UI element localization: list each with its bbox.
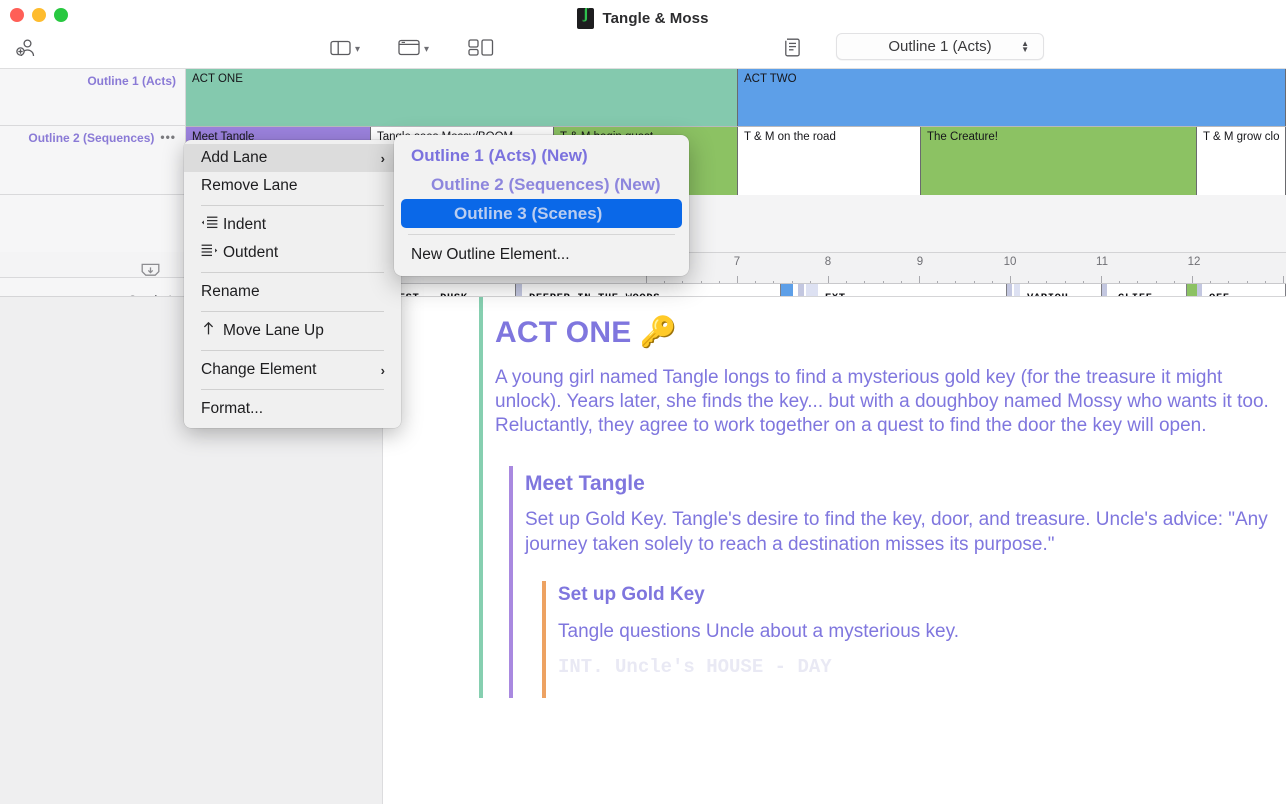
submenu-chevron-icon: › bbox=[381, 151, 385, 166]
menu-item-change-element[interactable]: Change Element › bbox=[184, 356, 401, 384]
scene-heading[interactable]: Set up Gold Key bbox=[546, 581, 1286, 606]
panels-layout-icon bbox=[468, 38, 494, 63]
submenu-chevron-icon: › bbox=[381, 363, 385, 378]
timeline-clip-act[interactable]: ACT ONE bbox=[186, 69, 738, 126]
notes-button[interactable] bbox=[784, 33, 802, 67]
timeline-clip-act[interactable]: ACT TWO bbox=[738, 69, 1286, 126]
toolbar: ▾ ▾ bbox=[0, 33, 1286, 68]
lane-label: Outline 1 (Acts) bbox=[87, 74, 176, 88]
menu-separator bbox=[201, 205, 384, 206]
chevron-down-icon: ▾ bbox=[424, 45, 429, 55]
notes-icon bbox=[784, 37, 802, 63]
menu-item-outdent[interactable]: Outdent bbox=[184, 239, 401, 267]
menu-separator bbox=[408, 234, 675, 235]
add-lane-submenu[interactable]: Outline 1 (Acts) (New)Outline 2 (Sequenc… bbox=[394, 135, 689, 276]
menu-separator bbox=[201, 350, 384, 351]
menu-item-label: Outdent bbox=[223, 244, 278, 262]
scene-block: Set up Gold Key Tangle questions Uncle a… bbox=[542, 581, 1286, 698]
menu-item-add-lane[interactable]: Add Lane › bbox=[184, 144, 401, 172]
sequence-heading[interactable]: Meet Tangle bbox=[513, 466, 1286, 496]
clip-label: T & M grow clo bbox=[1203, 131, 1279, 143]
lane-options-ellipsis-button[interactable]: ••• bbox=[160, 131, 176, 143]
window-titlebar: Tangle & Moss ▾ bbox=[0, 0, 1286, 68]
view-options-button[interactable]: ▾ bbox=[398, 33, 429, 67]
act-paragraph[interactable]: A young girl named Tangle longs to find … bbox=[483, 350, 1286, 438]
menu-item-label: Change Element bbox=[201, 361, 316, 379]
submenu-item-new-outline-element[interactable]: New Outline Element... bbox=[394, 241, 689, 269]
act-block: ACT ONE 🔑 A young girl named Tangle long… bbox=[479, 297, 1286, 698]
collaborate-button[interactable] bbox=[14, 33, 38, 67]
clip-label: T & M on the road bbox=[744, 131, 836, 143]
sidebar-item-outline-2[interactable]: Outline 2 (Sequences) ••• bbox=[0, 126, 186, 195]
ruler-label: 9 bbox=[917, 256, 923, 268]
menu-item-move-lane-up[interactable]: Move Lane Up bbox=[184, 317, 401, 345]
script-document-icon bbox=[577, 8, 594, 29]
clip-label: The Creature! bbox=[927, 131, 998, 143]
outline-document[interactable]: ACT ONE 🔑 A young girl named Tangle long… bbox=[383, 297, 1286, 804]
lane-label: Outline 2 (Sequences) bbox=[28, 131, 154, 145]
sidebar-item-outline-1[interactable]: Outline 1 (Acts) bbox=[0, 69, 186, 126]
sequence-paragraph[interactable]: Set up Gold Key. Tangle's desire to find… bbox=[513, 496, 1286, 556]
ruler-label: 10 bbox=[1004, 256, 1017, 268]
menu-separator bbox=[201, 311, 384, 312]
panels-layout-button[interactable] bbox=[468, 33, 494, 67]
indent-icon bbox=[201, 216, 223, 234]
lane-context-menu[interactable]: Add Lane › Remove Lane Indent Outdent Rename M… bbox=[184, 140, 401, 428]
menu-separator bbox=[201, 389, 384, 390]
sidebar-layout-icon bbox=[330, 40, 351, 61]
stepper-icon: ▲▼ bbox=[1021, 41, 1029, 53]
timeline-clip-sequence[interactable]: T & M grow clo bbox=[1197, 127, 1286, 195]
outdent-icon bbox=[201, 244, 223, 262]
submenu-item-outline-1-acts-new[interactable]: Outline 1 (Acts) (New) bbox=[401, 141, 682, 170]
outline-1-track: ACT ONE ACT TWO bbox=[186, 69, 1286, 126]
menu-item-remove-lane[interactable]: Remove Lane bbox=[184, 172, 401, 200]
ruler-label: 12 bbox=[1188, 256, 1201, 268]
menu-item-label: Move Lane Up bbox=[223, 322, 324, 340]
scene-paragraph[interactable]: Tangle questions Uncle about a mysteriou… bbox=[546, 606, 1286, 644]
menu-item-indent[interactable]: Indent bbox=[184, 211, 401, 239]
chevron-down-icon: ▾ bbox=[355, 45, 360, 55]
add-person-icon bbox=[14, 37, 38, 64]
document-title-area: Tangle & Moss bbox=[0, 5, 1286, 31]
outline-level-select[interactable]: Outline 1 (Acts) ▲▼ bbox=[836, 33, 1044, 60]
timeline-clip-sequence[interactable]: The Creature! bbox=[921, 127, 1197, 195]
menu-item-label: Rename bbox=[201, 283, 260, 301]
arrow-up-icon bbox=[201, 321, 223, 341]
submenu-item-outline-3-scenes[interactable]: Outline 3 (Scenes) bbox=[401, 199, 682, 228]
menu-item-label: Indent bbox=[223, 216, 266, 234]
submenu-item-outline-2-sequences-new[interactable]: Outline 2 (Sequences) (New) bbox=[401, 170, 682, 199]
menu-item-label: Format... bbox=[201, 400, 263, 418]
sidebar-item-outline-3[interactable] bbox=[0, 195, 186, 252]
clip-label: ACT TWO bbox=[744, 73, 797, 85]
clipped-script-line: INT. Uncle's HOUSE - DAY bbox=[546, 644, 1286, 678]
timeline-clip-sequence[interactable]: T & M on the road bbox=[738, 127, 921, 195]
act-heading[interactable]: ACT ONE 🔑 bbox=[483, 297, 1286, 350]
menu-item-label: Remove Lane bbox=[201, 177, 298, 195]
menu-item-label: Add Lane bbox=[201, 149, 267, 167]
outline-level-value: Outline 1 (Acts) bbox=[888, 38, 991, 55]
clip-label: ACT ONE bbox=[192, 73, 243, 85]
timeline-lane-headers: Outline 1 (Acts) Outline 2 (Sequences) •… bbox=[0, 69, 186, 252]
ruler-label: 11 bbox=[1096, 256, 1108, 268]
ruler-label: 7 bbox=[734, 256, 740, 268]
window-view-icon bbox=[398, 39, 420, 61]
menu-item-format[interactable]: Format... bbox=[184, 395, 401, 423]
sidebar-toggle-button[interactable]: ▾ bbox=[330, 33, 360, 67]
ruler-label: 8 bbox=[825, 256, 831, 268]
menu-separator bbox=[201, 272, 384, 273]
sequence-block: Meet Tangle Set up Gold Key. Tangle's de… bbox=[509, 466, 1286, 697]
page-title: Tangle & Moss bbox=[602, 10, 708, 27]
menu-item-rename[interactable]: Rename bbox=[184, 278, 401, 306]
